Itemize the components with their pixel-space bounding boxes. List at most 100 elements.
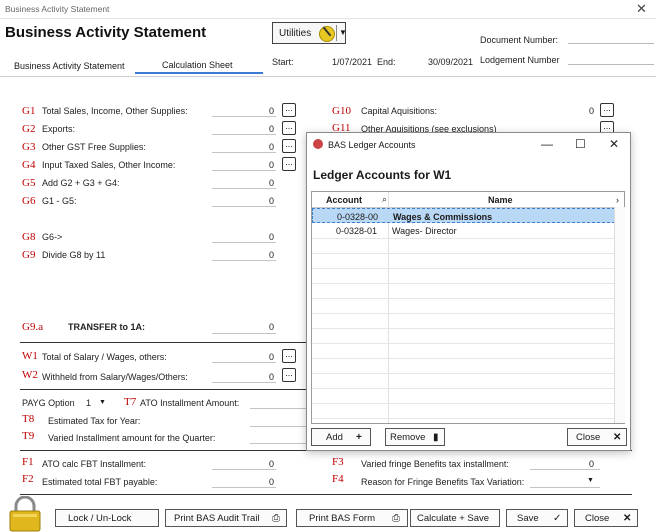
w2-code: W2 — [22, 369, 38, 381]
t9-field[interactable] — [250, 443, 306, 444]
g4-underline — [212, 170, 276, 171]
section-divider-buttons — [20, 494, 632, 495]
g1-underline — [212, 116, 276, 117]
g9-code: G9 — [22, 249, 36, 261]
f1-label: ATO calc FBT Installment: — [42, 459, 147, 469]
table-row[interactable] — [312, 328, 615, 344]
g10-lookup-button[interactable]: ... — [600, 103, 614, 117]
table-row[interactable] — [312, 283, 615, 299]
g10-value[interactable]: 0 — [564, 106, 594, 116]
minimize-icon[interactable]: — — [541, 137, 553, 151]
g2-lookup-button[interactable]: ... — [282, 121, 296, 135]
g10-code: G10 — [332, 105, 351, 117]
g9a-value: 0 — [268, 322, 274, 332]
lodgement-number-field[interactable] — [568, 64, 654, 65]
f3-value[interactable]: 0 — [564, 459, 594, 469]
vertical-scrollbar[interactable] — [614, 207, 625, 423]
t9-code: T9 — [22, 430, 35, 442]
column-name[interactable]: Name — [488, 195, 513, 205]
save-button[interactable]: Save ✓ — [506, 509, 568, 527]
trash-icon: ▮ — [433, 432, 439, 443]
g9-underline — [212, 260, 276, 261]
w2-lookup-button[interactable]: ... — [282, 368, 296, 382]
table-row[interactable] — [312, 403, 615, 419]
w1-value[interactable]: 0 — [244, 352, 274, 362]
f4-code: F4 — [332, 473, 344, 485]
f1-value: 0 — [268, 459, 274, 469]
g1-code: G1 — [22, 105, 36, 117]
g4-lookup-button[interactable]: ... — [282, 157, 296, 171]
ledger-accounts-grid: Account ⌕ Name › 0-0328-00 Wages & Commi… — [311, 191, 625, 424]
window-title: Business Activity Statement — [5, 4, 110, 14]
lock-unlock-button[interactable]: Lock / Un-Lock — [55, 509, 159, 527]
g9a-underline — [212, 333, 276, 334]
g8-underline — [212, 242, 276, 243]
f3-label: Varied fringe Benefits tax installment: — [361, 459, 509, 469]
f3-code: F3 — [332, 456, 344, 468]
w2-label: Withheld from Salary/Wages/Others: — [42, 372, 188, 382]
t8-field[interactable] — [250, 426, 306, 427]
column-account[interactable]: Account — [326, 195, 362, 205]
g4-value[interactable]: 0 — [244, 160, 274, 170]
f4-select[interactable] — [530, 487, 600, 488]
print-audit-trail-button[interactable]: Print BAS Audit Trail ⎙ — [165, 509, 287, 527]
f2-code: F2 — [22, 473, 34, 485]
g2-value[interactable]: 0 — [244, 124, 274, 134]
chevron-right-icon[interactable]: › — [616, 195, 619, 205]
print-bas-form-button[interactable]: Print BAS Form ⎙ — [296, 509, 408, 527]
f2-value[interactable]: 0 — [244, 477, 274, 487]
tab-business-activity-statement[interactable]: Business Activity Statement — [14, 61, 125, 71]
tab-calculation-sheet[interactable]: Calculation Sheet — [162, 60, 233, 70]
g2-underline — [212, 134, 276, 135]
table-row[interactable] — [312, 298, 615, 314]
g2-code: G2 — [22, 123, 36, 135]
calculate-save-button[interactable]: Calculate + Save — [410, 509, 500, 527]
g1-lookup-button[interactable]: ... — [282, 103, 296, 117]
account-cell: 0-0328-01 — [336, 226, 378, 236]
document-number-field[interactable] — [568, 43, 654, 44]
table-row[interactable]: 0-0328-01 Wages- Director — [312, 223, 615, 239]
g3-lookup-button[interactable]: ... — [282, 139, 296, 153]
g9-label: Divide G8 by 11 — [42, 250, 106, 260]
f1-code: F1 — [22, 456, 34, 468]
g1-value[interactable]: 0 — [244, 106, 274, 116]
search-icon[interactable]: ⌕ — [382, 194, 387, 205]
g6-value: 0 — [268, 196, 274, 206]
f2-label: Estimated total FBT payable: — [42, 477, 158, 487]
close-icon[interactable]: ✕ — [609, 137, 619, 151]
g3-value[interactable]: 0 — [244, 142, 274, 152]
add-button[interactable]: Add + — [311, 428, 371, 446]
close-icon: ✕ — [613, 432, 622, 443]
g2-label: Exports: — [42, 124, 76, 134]
maximize-icon[interactable]: ☐ — [575, 137, 586, 151]
dialog-close-button[interactable]: Close ✕ — [567, 428, 627, 446]
t7-underline — [250, 408, 306, 409]
calculate-save-label: Calculate + Save — [417, 513, 490, 524]
close-button[interactable]: Close ✕ — [574, 509, 638, 527]
window-close-icon[interactable]: ✕ — [636, 1, 647, 17]
w1-lookup-button[interactable]: ... — [282, 349, 296, 363]
table-row[interactable] — [312, 373, 615, 389]
print-audit-trail-label: Print BAS Audit Trail — [174, 513, 260, 524]
t7-label: ATO Installment Amount: — [140, 398, 240, 408]
g9a-code: G9.a — [22, 321, 44, 333]
chevron-down-icon[interactable]: ▼ — [587, 477, 594, 484]
table-row[interactable] — [312, 268, 615, 284]
table-row[interactable] — [312, 343, 615, 359]
t7-code: T7 — [124, 396, 137, 408]
table-row[interactable] — [312, 238, 615, 254]
g5-label: Add G2 + G3 + G4: — [42, 178, 120, 188]
table-row[interactable] — [312, 388, 615, 404]
table-row[interactable]: 0-0328-00 Wages & Commissions — [312, 208, 615, 223]
chevron-down-icon[interactable]: ▼ — [99, 399, 106, 406]
table-row[interactable] — [312, 358, 615, 374]
remove-button[interactable]: Remove ▮ — [385, 428, 445, 446]
t9-label: Varied Installment amount for the Quarte… — [48, 433, 216, 443]
payg-option-select[interactable]: 1 — [86, 398, 91, 408]
utilities-button[interactable]: Utilities ▼ — [272, 22, 347, 44]
table-row[interactable] — [312, 313, 615, 329]
chevron-down-icon[interactable]: ▼ — [339, 28, 347, 37]
close-icon: ✕ — [623, 513, 632, 524]
w2-value[interactable]: 0 — [244, 372, 274, 382]
table-row[interactable] — [312, 253, 615, 269]
